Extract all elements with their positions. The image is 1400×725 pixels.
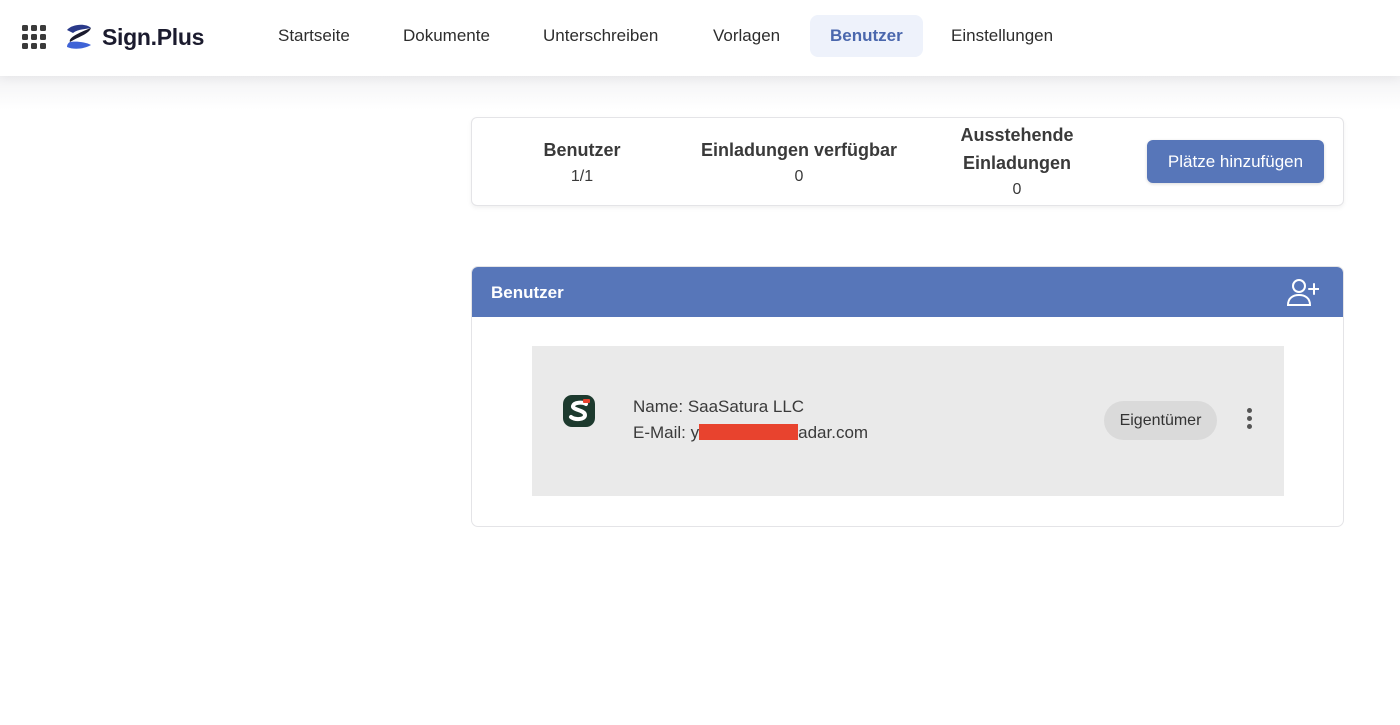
user-list-item[interactable]: Name: SaaSatura LLC E-Mail: y adar.com Ei… xyxy=(532,346,1284,496)
user-name-line: Name: SaaSatura LLC xyxy=(633,397,804,417)
tab-dokumente[interactable]: Dokumente xyxy=(383,15,510,57)
user-name: SaaSatura LLC xyxy=(687,397,805,416)
tab-vorlagen[interactable]: Vorlagen xyxy=(693,15,800,57)
tab-unterschreiben[interactable]: Unterschreiben xyxy=(523,15,678,57)
tab-benutzer[interactable]: Benutzer xyxy=(810,15,923,57)
stat-users-label: Benutzer xyxy=(543,140,621,160)
add-seats-button[interactable]: Plätze hinzufügen xyxy=(1147,140,1324,183)
users-panel-header: Benutzer xyxy=(472,267,1343,317)
brand-name: Sign.Plus xyxy=(102,23,205,50)
stat-users-value: 1/1 xyxy=(570,168,594,185)
tab-startseite[interactable]: Startseite xyxy=(258,15,370,57)
saasatura-logo-icon xyxy=(563,395,595,427)
stat-pending-invites-value: 0 xyxy=(1012,181,1022,198)
user-name-prefix: Name: xyxy=(633,397,684,416)
stat-invites-available-value: 0 xyxy=(794,168,804,185)
user-email-start: y xyxy=(690,423,700,442)
brand-logo[interactable]: Sign.Plus xyxy=(64,20,204,54)
stat-pending-invites-label-line1: Ausstehende xyxy=(960,125,1074,145)
tab-einstellungen[interactable]: Einstellungen xyxy=(931,15,1073,57)
stat-pending-invites-label-line2: Einladungen xyxy=(963,153,1071,173)
stat-users: Benutzer 1/1 xyxy=(512,136,652,190)
user-email-line: E-Mail: y adar.com xyxy=(633,423,868,443)
apps-grid-icon[interactable] xyxy=(22,25,46,49)
user-email-end: adar.com xyxy=(798,423,869,442)
add-user-icon[interactable] xyxy=(1285,277,1319,307)
user-role-badge: Eigentümer xyxy=(1104,401,1217,440)
users-panel-title: Benutzer xyxy=(491,283,564,302)
user-email-prefix: E-Mail: xyxy=(633,423,686,442)
navbar-shadow xyxy=(0,76,1400,110)
seats-stats-card: Benutzer 1/1 Einladungen verfügbar 0 Aus… xyxy=(471,117,1344,206)
stat-pending-invites: Ausstehende Einladungen 0 xyxy=(937,121,1097,203)
users-panel: Benutzer Name: SaaSatura LLC E-Mail: y ad… xyxy=(471,266,1344,527)
stat-invites-available-label: Einladungen verfügbar xyxy=(700,140,898,160)
sign-plus-logo-icon xyxy=(67,24,91,49)
stat-invites-available: Einladungen verfügbar 0 xyxy=(689,136,909,190)
top-navbar: Sign.Plus Startseite Dokumente Unterschr… xyxy=(0,0,1400,76)
more-options-icon[interactable] xyxy=(1240,408,1258,434)
email-redaction-bar xyxy=(699,424,799,440)
